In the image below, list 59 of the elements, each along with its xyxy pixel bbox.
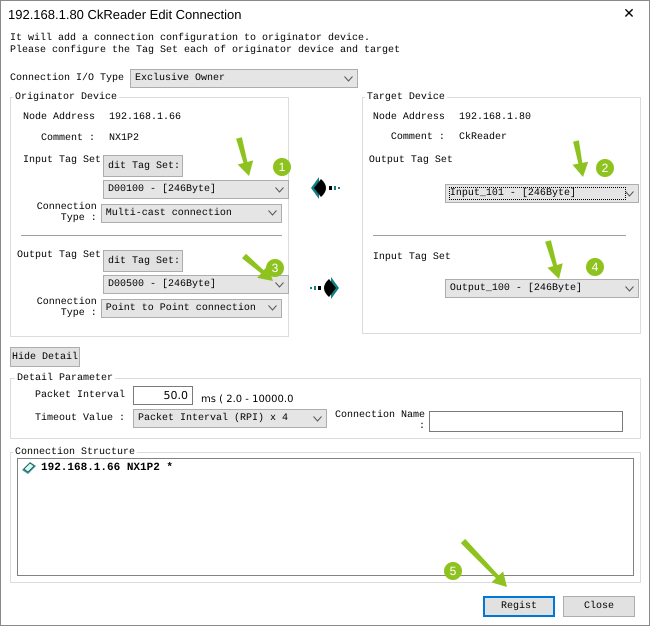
field-label: Input Tag Set (23, 155, 102, 166)
field-label: Node Address (23, 112, 96, 122)
step-number: 5 (444, 562, 462, 580)
connection-name-field[interactable] (429, 410, 623, 432)
field-value: 192.168.1.80 (458, 112, 531, 122)
field-label: Output Tag Set (17, 250, 102, 261)
field-label: Connection Type : (36, 202, 97, 224)
timeout-dropdown[interactable]: Packet Interval (RPI) x 4 (133, 409, 327, 428)
tag-dropdown[interactable]: D00100 - [246Byte] (103, 180, 289, 199)
tag-dropdown[interactable]: Input_101 - [246Byte] (444, 184, 639, 203)
field-label: Packet Interval (34, 390, 125, 401)
dialog-button[interactable]: Close (563, 596, 635, 617)
close-button[interactable]: ✕ (609, 1, 649, 27)
field-value: CkReader (458, 132, 507, 142)
chevron-icon (624, 190, 634, 196)
intro-text: Please configure the Tag Set each of originator device and target (10, 45, 402, 57)
step-number: 2 (596, 159, 614, 177)
group-title: Originator Device (14, 92, 118, 103)
chevron-icon (624, 286, 634, 292)
tag-dropdown[interactable]: Output_100 - [246Byte] (444, 279, 639, 298)
connection-type-dropdown[interactable]: Point to Point connection (100, 298, 282, 318)
hide-detail-button[interactable]: Hide Detail (10, 347, 80, 367)
chevron-icon (275, 282, 284, 288)
chevron-icon (268, 305, 278, 311)
field-label: Connection Name : (334, 410, 425, 432)
chevron-icon (313, 416, 322, 422)
field-label: Comment : (390, 132, 445, 142)
connection-type-dropdown[interactable]: Multi-cast connection (100, 204, 282, 222)
intro-text: It will add a connection configuration to originator device. (10, 33, 372, 44)
edit-tag-set-button[interactable]: dit Tag Set: (103, 155, 184, 177)
range-text: ms ( 2.0 - 10000.0 (201, 394, 294, 405)
window-title: 192.168.1.80 CkReader Edit Connection (8, 6, 242, 22)
step-number: 3 (266, 259, 284, 277)
field-label: Input Tag Set (372, 252, 451, 263)
dialog-button[interactable]: Regist (483, 596, 555, 617)
packet-interval-field[interactable]: 50.0 (133, 386, 193, 405)
transfer-arrow-icon (309, 176, 342, 200)
group-title: Detail Parameter (16, 373, 114, 384)
transfer-arrow-icon (309, 276, 342, 300)
device-icon (21, 461, 37, 475)
tag-dropdown[interactable]: D00500 - [246Byte] (103, 275, 289, 294)
step-number: 1 (273, 158, 291, 176)
field-label: Timeout Value : (34, 413, 125, 424)
tree-item[interactable]: 192.168.1.66 NX1P2 * (41, 462, 174, 474)
chevron-icon (275, 186, 284, 192)
field-value: NX1P2 (109, 132, 140, 144)
chevron-icon (268, 210, 278, 216)
field-label: Comment : (41, 132, 96, 144)
group-title: Connection Structure (14, 447, 136, 458)
group-title: Target Device (366, 92, 446, 103)
edit-tag-set-button[interactable]: dit Tag Set: (103, 250, 184, 272)
field-label: Connection Type : (36, 297, 97, 319)
io-type-label: Connection I/O Type (10, 73, 124, 84)
field-label: Output Tag Set (368, 155, 453, 166)
field-label: Node Address (372, 112, 445, 122)
chevron-icon (344, 76, 354, 82)
field-value: 192.168.1.66 (109, 112, 182, 122)
io-type-dropdown[interactable]: Exclusive Owner (130, 69, 358, 88)
step-number: 4 (586, 258, 604, 276)
